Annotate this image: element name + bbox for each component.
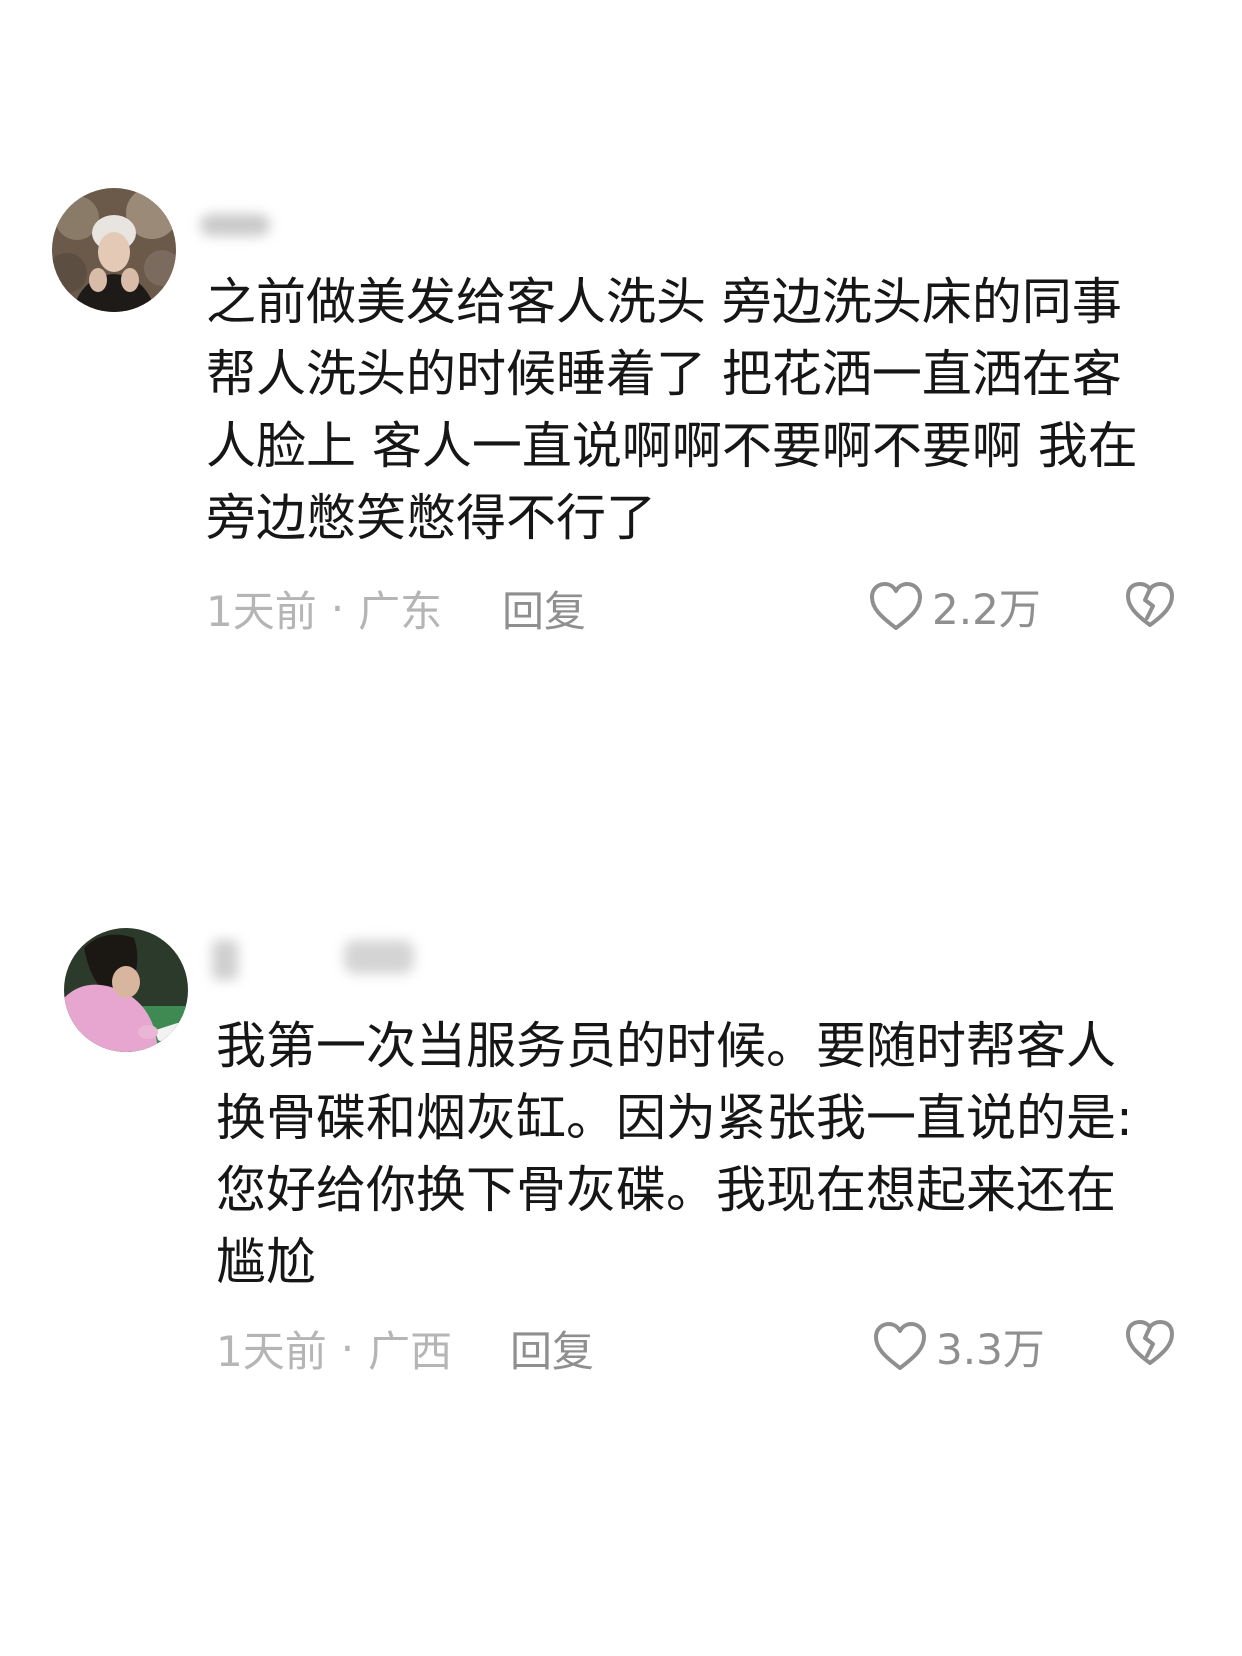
username[interactable] bbox=[212, 940, 238, 980]
reply-button[interactable]: 回复 bbox=[502, 578, 586, 639]
comment-location: 广西 bbox=[368, 1327, 453, 1376]
avatar[interactable] bbox=[64, 928, 188, 1052]
avatar[interactable] bbox=[52, 188, 176, 312]
comment-text: 我第一次当服务员的时候。要随时帮客人 换骨碟和烟灰缸。因为紧张我一直说的是: 您… bbox=[216, 1017, 1133, 1291]
meta-separator: · bbox=[340, 1324, 355, 1373]
dislike-button[interactable] bbox=[1124, 580, 1176, 634]
username-blur-extra bbox=[344, 940, 414, 974]
heart-outline-icon bbox=[870, 581, 922, 630]
like-count: 2.2万 bbox=[932, 585, 1041, 634]
broken-heart-icon bbox=[1126, 582, 1174, 627]
comment-time: 1天前 bbox=[206, 587, 317, 636]
comment-meta: 1天前 · 广东 bbox=[206, 578, 442, 639]
heart-outline-icon bbox=[874, 1321, 926, 1370]
like-count: 3.3万 bbox=[936, 1325, 1045, 1374]
comment-time: 1天前 bbox=[216, 1327, 327, 1376]
dislike-button[interactable] bbox=[1124, 1318, 1176, 1372]
like-button[interactable]: 2.2万 bbox=[868, 576, 1041, 637]
username[interactable] bbox=[200, 214, 270, 236]
comment-meta: 1天前 · 广西 bbox=[216, 1318, 452, 1379]
like-button[interactable]: 3.3万 bbox=[872, 1316, 1045, 1377]
comment-text: 之前做美发给客人洗头 旁边洗头床的同事 帮人洗头的时候睡着了 把花洒一直洒在客 … bbox=[206, 273, 1138, 547]
broken-heart-icon bbox=[1126, 1320, 1174, 1365]
reply-button[interactable]: 回复 bbox=[510, 1318, 594, 1379]
comment-location: 广东 bbox=[358, 587, 443, 636]
meta-separator: · bbox=[330, 584, 345, 633]
